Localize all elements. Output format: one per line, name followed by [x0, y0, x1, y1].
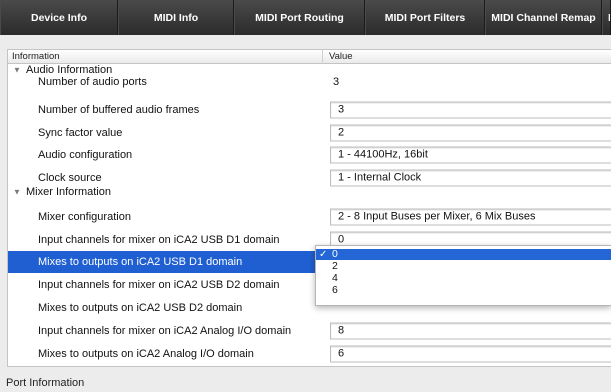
- row-label: Sync factor value: [38, 127, 123, 139]
- table-row[interactable]: Mixer configuration 2 - 8 Input Buses per…: [8, 206, 611, 228]
- value-field[interactable]: 3: [330, 101, 611, 119]
- information-table: Information Value ▼ Audio Information Numb…: [7, 49, 611, 367]
- row-label: Mixes to outputs on iCA2 USB D1 domain: [38, 256, 243, 268]
- tab-midi-channel-remap[interactable]: MIDI Channel Remap: [485, 0, 602, 35]
- dropdown-option[interactable]: 4: [316, 273, 611, 284]
- tab-midi-port-routing[interactable]: MIDI Port Routing: [234, 0, 365, 35]
- disclosure-triangle-icon[interactable]: ▼: [13, 187, 21, 196]
- table-row[interactable]: Number of audio ports 3: [8, 76, 611, 88]
- section-label: Port Information: [6, 377, 85, 389]
- row-label: Clock source: [38, 172, 102, 184]
- dropdown-option-label: 0: [332, 248, 338, 260]
- column-header-value[interactable]: Value: [329, 51, 353, 62]
- row-label: Audio configuration: [38, 149, 133, 161]
- table-row[interactable]: Number of buffered audio frames 3: [8, 99, 611, 121]
- tab-truncated[interactable]: N: [602, 0, 611, 35]
- row-value: 3: [333, 76, 340, 88]
- row-label: Mixes to outputs on iCA2 USB D2 domain: [38, 302, 243, 314]
- port-information-section: Port Information: [0, 374, 611, 392]
- tab-midi-info[interactable]: MIDI Info: [118, 0, 234, 35]
- column-divider[interactable]: [322, 50, 323, 64]
- value-field[interactable]: 1 - 44100Hz, 16bit: [330, 146, 611, 164]
- row-label: Input channels for mixer on iCA2 USB D2 …: [38, 279, 280, 291]
- value-field[interactable]: 8: [330, 322, 611, 340]
- disclosure-triangle-icon[interactable]: ▼: [13, 66, 21, 75]
- toolbar-tabs: Device Info MIDI Info MIDI Port Routing …: [0, 0, 611, 35]
- row-label: Audio Information: [26, 64, 113, 76]
- dropdown-option-label: 4: [332, 272, 338, 284]
- checkmark-icon: ✓: [319, 249, 328, 260]
- table-row[interactable]: Mixes to outputs on iCA2 Analog I/O doma…: [8, 343, 611, 365]
- dropdown-option-label: 6: [332, 284, 338, 296]
- table-row[interactable]: Sync factor value 2: [8, 122, 611, 144]
- row-label: Mixes to outputs on iCA2 Analog I/O doma…: [38, 348, 254, 360]
- dropdown-option[interactable]: ✓ 0: [316, 249, 611, 260]
- column-header-information[interactable]: Information: [12, 51, 60, 62]
- row-label: Mixer Information: [26, 185, 111, 198]
- row-label: Number of audio ports: [38, 76, 147, 88]
- row-label: Input channels for mixer on iCA2 Analog …: [38, 325, 292, 337]
- table-row[interactable]: Input channels for mixer on iCA2 Analog …: [8, 320, 611, 342]
- group-row[interactable]: ▼ Mixer Information: [8, 184, 611, 199]
- table-header: Information Value: [8, 50, 611, 64]
- row-label: Mixer configuration: [38, 211, 131, 223]
- value-dropdown-menu: ✓ 0 2 4 6: [315, 245, 611, 306]
- row-label: Input channels for mixer on iCA2 USB D1 …: [38, 234, 280, 246]
- tab-device-info[interactable]: Device Info: [0, 0, 118, 35]
- row-label: Number of buffered audio frames: [38, 104, 200, 116]
- dropdown-option-label: 2: [332, 260, 338, 272]
- dropdown-option[interactable]: 2: [316, 261, 611, 272]
- table-row[interactable]: Audio configuration 1 - 44100Hz, 16bit: [8, 144, 611, 166]
- value-field[interactable]: 2: [330, 124, 611, 142]
- group-row[interactable]: ▼ Audio Information: [8, 64, 611, 76]
- tab-midi-port-filters[interactable]: MIDI Port Filters: [365, 0, 485, 35]
- value-field[interactable]: 6: [330, 345, 611, 363]
- dropdown-option[interactable]: 6: [316, 285, 611, 296]
- value-field[interactable]: 2 - 8 Input Buses per Mixer, 6 Mix Buses: [330, 208, 611, 226]
